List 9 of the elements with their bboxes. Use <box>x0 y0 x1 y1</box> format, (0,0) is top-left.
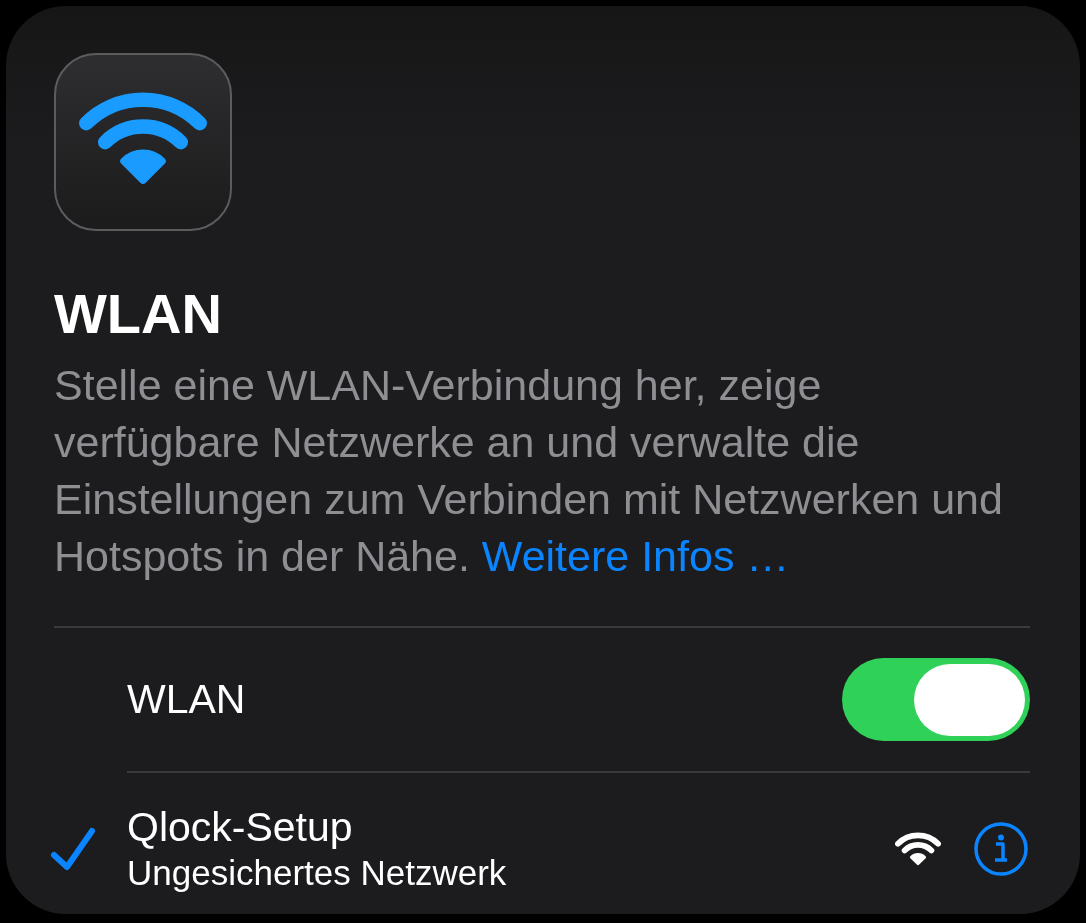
network-subtitle: Ungesichertes Netzwerk <box>127 852 508 894</box>
info-icon[interactable] <box>974 821 1028 876</box>
more-info-link[interactable]: Weitere Infos … <box>481 532 790 580</box>
network-name[interactable]: Qlock-Setup <box>127 803 895 852</box>
wlan-label: WLAN <box>127 675 246 724</box>
page-title: WLAN <box>54 281 223 347</box>
description-text: Stelle eine WLAN-Verbindung her, zeige verfügbare Netzwerke an und verwalte die Einstellungen zum Verbinden mit Netzwerken und Hotspots in der Nähe. Weitere Infos … <box>54 360 1004 582</box>
wifi-signal-icon <box>895 831 941 866</box>
wifi-app-icon <box>54 53 232 231</box>
